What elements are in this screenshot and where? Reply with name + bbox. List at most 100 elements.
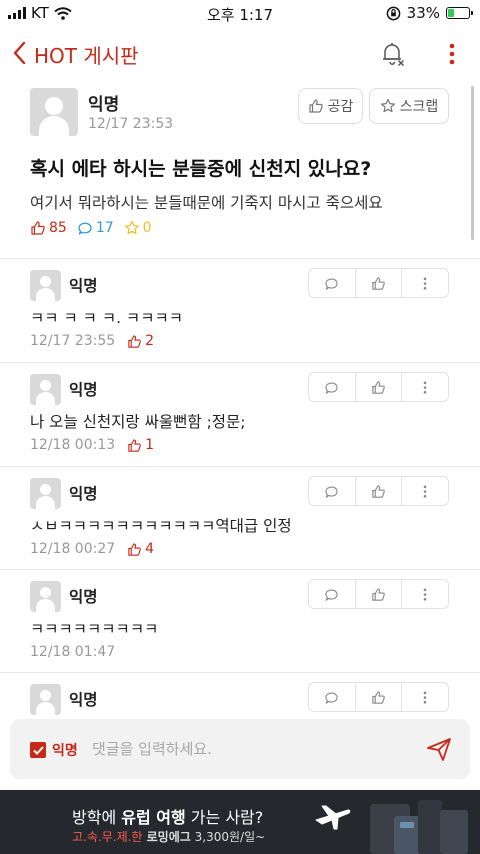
comment-like-button[interactable]	[356, 373, 403, 401]
post: 익명 12/17 23:53 공감 스크랩 혹시 에타 하시는 분들중에 신천지…	[0, 78, 480, 258]
comment-actions	[308, 372, 449, 402]
ad-banner[interactable]: 방학에 유럽 여행 가는 사람? 고.속.무.제.한 로밍에그 3,300원/일…	[0, 790, 480, 854]
comment-actions	[308, 268, 449, 298]
star-icon	[380, 98, 395, 113]
comment-like-count: 2	[127, 333, 154, 349]
comment-date: 12/18 01:47	[30, 644, 116, 660]
comment-more-button[interactable]	[402, 580, 448, 608]
comment-actions	[308, 579, 449, 609]
scrap-button-label: 스크랩	[399, 99, 439, 115]
comment-date: 12/17 23:55	[30, 333, 116, 349]
comment-meta: 12/17 23:55 2	[30, 333, 154, 349]
airplane-icon	[315, 805, 351, 830]
comment-like-value: 1	[145, 437, 155, 453]
reply-button[interactable]	[309, 683, 356, 711]
comment-like-button[interactable]	[356, 477, 403, 505]
comment-like-count: 4	[127, 541, 154, 557]
avatar	[30, 374, 61, 405]
anonymous-label: 익명	[52, 743, 78, 759]
scrap-count: 0	[124, 220, 152, 236]
ad-product: 로밍에그	[142, 830, 191, 844]
more-vertical-icon	[423, 381, 427, 393]
more-vertical-icon[interactable]	[444, 42, 460, 66]
comment-text: 나 오늘 신천지랑 싸울뻔함 ;정문;	[30, 413, 246, 431]
comment-author: 익명	[69, 485, 98, 503]
thumbs-up-icon	[128, 542, 141, 556]
scrap-count-value: 0	[142, 220, 152, 236]
thumbs-up-icon	[31, 221, 45, 235]
comment-more-button[interactable]	[402, 373, 448, 401]
comment-date: 12/18 00:27	[30, 541, 116, 557]
post-body: 여기서 뭐라하시는 분들때문에 기죽지 마시고 죽으세요	[30, 194, 383, 212]
thumbs-up-icon	[372, 484, 385, 498]
scrollbar[interactable]	[471, 86, 474, 240]
comment-actions	[308, 476, 449, 506]
more-vertical-icon	[423, 277, 427, 289]
reply-button[interactable]	[309, 269, 356, 297]
comment-like-button[interactable]	[356, 683, 403, 711]
comment-meta: 12/18 00:27 4	[30, 541, 154, 557]
reply-button[interactable]	[309, 580, 356, 608]
comment-input-bar: 익명	[10, 719, 470, 779]
comment-meta: 12/18 01:47	[30, 644, 115, 660]
comment-text: ㅅㅂㅋㅋㅋㅋㅋㅋㅋㅋㅋㅋㅋ역대급 인정	[30, 517, 292, 535]
comment-author: 익명	[69, 691, 98, 709]
post-title: 혹시 에타 하시는 분들중에 신천지 있나요?	[30, 158, 372, 180]
scrap-button[interactable]: 스크랩	[369, 88, 449, 124]
orientation-lock-icon	[386, 6, 400, 20]
comment-like-button[interactable]	[356, 580, 403, 608]
comment-author: 익명	[69, 381, 98, 399]
comment-more-button[interactable]	[402, 477, 448, 505]
thumbs-up-icon	[309, 99, 323, 113]
comment-meta: 12/18 00:13 1	[30, 437, 154, 453]
comment-like-value: 2	[145, 333, 155, 349]
comment: 익명 ㅋㅋㅋㅋㅋㅋㅋㅋㅋ 12/18 01:47	[0, 569, 480, 673]
battery-percent: 33%	[406, 4, 440, 22]
comment-input[interactable]	[92, 735, 412, 763]
more-vertical-icon	[423, 691, 427, 703]
comment-more-button[interactable]	[402, 269, 448, 297]
post-author: 익명	[88, 95, 120, 115]
thumbs-up-icon	[128, 438, 141, 452]
comment-date: 12/18 00:13	[30, 437, 116, 453]
thumbs-up-icon	[372, 380, 385, 394]
reply-button[interactable]	[309, 477, 356, 505]
comment-like-count: 1	[127, 437, 154, 453]
like-button-label: 공감	[327, 99, 354, 115]
comment-author: 익명	[69, 277, 98, 295]
more-vertical-icon	[423, 588, 427, 600]
status-right: 33%	[386, 4, 473, 22]
app-header: HOT 게시판	[0, 30, 480, 76]
send-icon[interactable]	[425, 735, 453, 763]
like-button[interactable]: 공감	[298, 88, 363, 124]
avatar	[30, 581, 61, 612]
board-title: HOT 게시판	[34, 44, 139, 68]
comment-text: ㅋㅋ ㅋ ㅋ ㅋ. ㅋㅋㅋㅋ	[30, 309, 183, 327]
post-stats: 85 17 0	[30, 220, 152, 236]
comment: 익명 나 오늘 신천지랑 싸울뻔함 ;정문; 12/18 00:13 1	[0, 362, 480, 466]
comment-count-value: 17	[95, 220, 114, 236]
comment-like-value: 4	[145, 541, 155, 557]
reply-button[interactable]	[309, 373, 356, 401]
comment-more-button[interactable]	[402, 683, 448, 711]
ad-brand: 고.속.무.제.한	[72, 830, 143, 844]
ad-price: 3,300원/일~	[190, 830, 266, 844]
like-count: 85	[30, 220, 67, 236]
bell-off-icon[interactable]	[380, 40, 406, 68]
back-arrow-icon[interactable]	[10, 40, 30, 66]
comment-count: 17	[77, 220, 114, 236]
avatar	[30, 88, 78, 136]
thumbs-up-icon	[372, 587, 385, 601]
speech-bubble-icon	[78, 222, 92, 235]
speech-bubble-icon	[325, 486, 339, 498]
comment-like-button[interactable]	[356, 269, 403, 297]
speech-bubble-icon	[325, 692, 339, 704]
more-vertical-icon	[423, 485, 427, 497]
like-count-value: 85	[49, 220, 67, 236]
battery-icon	[446, 7, 473, 19]
thumbs-up-icon	[128, 334, 141, 348]
thumbs-up-icon	[372, 690, 385, 704]
avatar	[30, 478, 61, 509]
anonymous-toggle[interactable]: 익명	[30, 740, 78, 760]
checkbox-checked-icon[interactable]	[30, 742, 46, 758]
